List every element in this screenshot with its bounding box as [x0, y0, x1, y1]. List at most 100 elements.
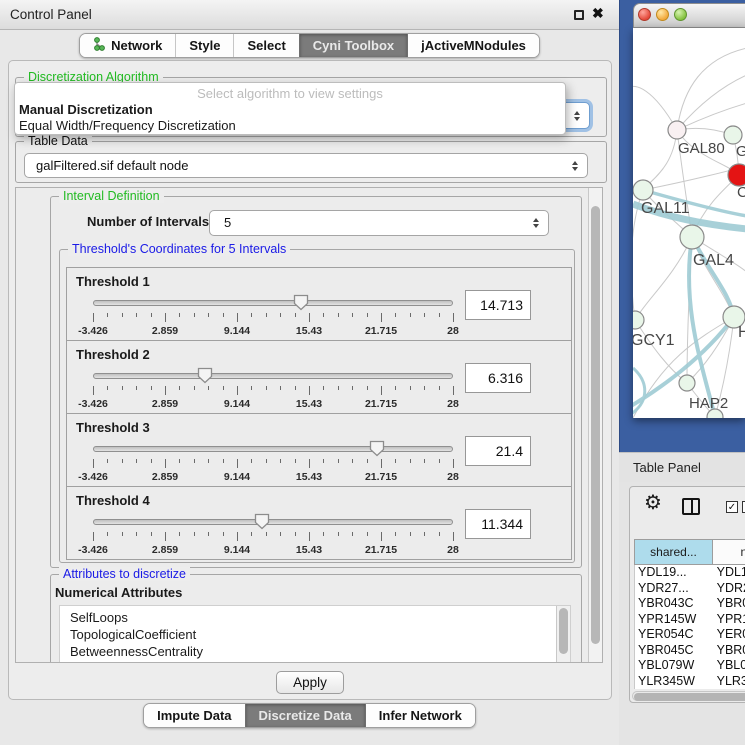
dropdown-option-manual[interactable]: Manual Discretization — [15, 102, 565, 118]
slider-thumb-icon — [293, 294, 309, 311]
table-row[interactable]: YDR27...YDR2 — [635, 581, 745, 597]
table-row[interactable]: YBL079WYBL0 — [635, 658, 745, 674]
node-gal11[interactable] — [633, 180, 653, 200]
network-desktop-background: GAL80 G C GAL11 GAL4 GCY1 H HAP2 — [619, 0, 745, 452]
combo-value: galFiltered.sif default node — [36, 154, 188, 178]
slider-thumb-icon — [254, 513, 270, 530]
list-scrollbar-track[interactable] — [556, 606, 570, 663]
threshold-slider[interactable]: -3.4262.8599.14415.4321.71528 — [93, 369, 453, 413]
table-data-group: Table Data galFiltered.sif default node — [15, 141, 607, 183]
columns-icon[interactable] — [682, 498, 700, 515]
float-window-icon[interactable] — [574, 10, 584, 20]
node-hap2[interactable] — [679, 375, 695, 391]
table-row[interactable]: YBR043CYBR0 — [635, 596, 745, 612]
close-traffic-light[interactable] — [638, 8, 651, 21]
slider-ticks — [93, 386, 453, 396]
tab-style[interactable]: Style — [175, 34, 233, 57]
group-title: Table Data — [24, 134, 92, 148]
table-row[interactable]: YER054CYER0 — [635, 627, 745, 643]
settings-scrollpane: Interval Definition Number of Intervals … — [15, 187, 603, 663]
cell-name: YER0 — [713, 627, 745, 643]
threshold-slider[interactable]: -3.4262.8599.14415.4321.71528 — [93, 296, 453, 340]
node-table: shared... name YDL19...YDL1YDR27...YDR2Y… — [634, 539, 745, 689]
horizontal-scrollbar-thumb[interactable] — [634, 693, 745, 701]
panel-scrollbar-thumb[interactable] — [591, 206, 600, 644]
tab-cyni-toolbox[interactable]: Cyni Toolbox — [299, 34, 407, 57]
threshold-label: Threshold 3 — [76, 420, 150, 435]
table-row[interactable]: YLR345WYLR3 — [635, 674, 745, 690]
close-icon[interactable]: ✖ — [592, 5, 604, 22]
node-label: GCY1 — [633, 332, 675, 349]
node-partial-top[interactable] — [724, 126, 742, 144]
combo-stepper-icon — [533, 218, 539, 228]
node-red-selected[interactable] — [728, 164, 745, 186]
threshold-box: Threshold 4-3.4262.8599.14415.4321.71528 — [66, 486, 572, 560]
threshold-slider[interactable]: -3.4262.8599.14415.4321.71528 — [93, 442, 453, 486]
apply-button[interactable]: Apply — [276, 671, 344, 694]
table-row[interactable]: YDL19...YDL1 — [635, 565, 745, 581]
slider-track[interactable] — [93, 300, 453, 306]
table-row[interactable]: YBR045CYBR0 — [635, 643, 745, 659]
numerical-attributes-heading: Numerical Attributes — [55, 585, 182, 600]
dropdown-option-equal-width[interactable]: Equal Width/Frequency Discretization — [15, 118, 565, 134]
threshold-value-field[interactable] — [465, 509, 531, 539]
slider-thumb-icon — [197, 367, 213, 384]
threshold-coordinates-group: Threshold's Coordinates for 5 Intervals … — [59, 249, 575, 563]
group-title: Interval Definition — [59, 189, 164, 203]
list-scrollbar-thumb[interactable] — [559, 608, 568, 654]
minimize-traffic-light[interactable] — [656, 8, 669, 21]
cell-name: YLR3 — [713, 674, 745, 690]
list-item[interactable]: TopologicalCoefficient — [60, 626, 570, 643]
tab-infer-network[interactable]: Infer Network — [365, 704, 475, 727]
node-gal4[interactable] — [680, 225, 704, 249]
top-tab-bar: Network Style Select Cyni Toolbox jActiv… — [0, 33, 619, 58]
slider-track[interactable] — [93, 446, 453, 452]
column-header-name[interactable]: name — [713, 540, 745, 564]
cell-name: YBL0 — [713, 658, 745, 674]
network-canvas[interactable]: GAL80 G C GAL11 GAL4 GCY1 H HAP2 — [633, 28, 745, 418]
cell-shared-name: YDR27... — [635, 581, 713, 597]
group-title: Threshold's Coordinates for 5 Intervals — [68, 242, 290, 256]
network-window-titlebar[interactable] — [633, 3, 745, 28]
cell-shared-name: YPR145W — [635, 612, 713, 628]
cell-shared-name: YBR045C — [635, 643, 713, 659]
interval-definition-group: Interval Definition Number of Intervals … — [50, 196, 582, 568]
cell-name: YBR0 — [713, 596, 745, 612]
table-data-combobox[interactable]: galFiltered.sif default node — [24, 153, 588, 178]
node-label: H — [738, 324, 745, 341]
slider-ticks — [93, 532, 453, 542]
tab-impute-data[interactable]: Impute Data — [144, 704, 244, 727]
threshold-value-field[interactable] — [465, 363, 531, 393]
column-header-shared-name[interactable]: shared... — [635, 540, 713, 564]
cyni-toolbox-panel: Discretization Algorithm Select algorith… — [8, 60, 612, 700]
list-item[interactable]: SelfLoops — [60, 609, 570, 626]
checkbox-icon[interactable]: ✓ — [726, 501, 738, 513]
threshold-slider[interactable]: -3.4262.8599.14415.4321.71528 — [93, 515, 453, 559]
table-row[interactable]: YPR145WYPR1 — [635, 612, 745, 628]
table-panel-body: ⚙ ✓ ✓ shared... name YDL19...YDL1YDR27..… — [629, 486, 745, 703]
slider-track[interactable] — [93, 373, 453, 379]
panel-scrollbar-track[interactable] — [588, 188, 602, 662]
tab-discretize-data[interactable]: Discretize Data — [245, 704, 365, 727]
numerical-attributes-list[interactable]: SelfLoopsTopologicalCoefficientBetweenne… — [59, 605, 571, 663]
tab-jactivemnodules[interactable]: jActiveMNodules — [407, 34, 539, 57]
slider-axis-labels: -3.4262.8599.14415.4321.71528 — [93, 544, 453, 556]
threshold-value-field[interactable] — [465, 436, 531, 466]
node-gcy1[interactable] — [633, 311, 644, 329]
horizontal-scrollbar-track[interactable] — [632, 691, 745, 701]
table-panel-titlebar: Table Panel — [619, 452, 745, 482]
tab-network[interactable]: Network — [80, 34, 175, 57]
group-title: Attributes to discretize — [59, 567, 190, 581]
threshold-box: Threshold 3 -3.4262.8599.14415.4321.71528 — [66, 413, 572, 487]
node-label: G — [736, 143, 745, 160]
list-item[interactable]: BetweennessCentrality — [60, 643, 570, 660]
cell-name: YDR2 — [713, 581, 745, 597]
zoom-traffic-light[interactable] — [674, 8, 687, 21]
gear-icon[interactable]: ⚙ — [644, 493, 662, 513]
number-of-intervals-combobox[interactable]: 5 — [209, 210, 549, 236]
threshold-value-field[interactable] — [465, 290, 531, 320]
slider-track[interactable] — [93, 519, 453, 525]
node-gal80[interactable] — [668, 121, 686, 139]
node-label: HAP2 — [689, 395, 728, 412]
tab-select[interactable]: Select — [233, 34, 298, 57]
